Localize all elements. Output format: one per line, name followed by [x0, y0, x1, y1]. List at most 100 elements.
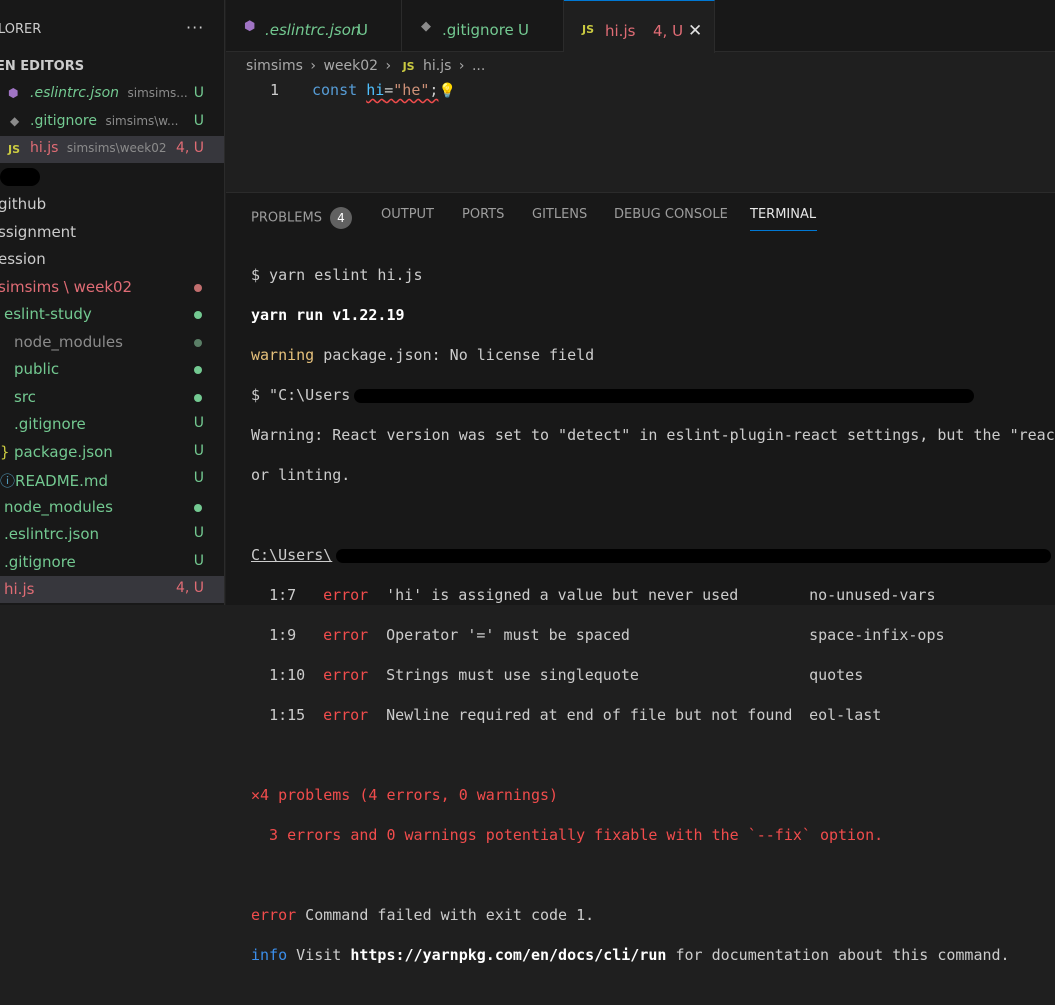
error-label: error [251, 906, 297, 924]
error-message: Operator '=' must be spaced [386, 626, 630, 644]
tree-folder-src[interactable]: src [0, 384, 224, 411]
tree-file-gitignore-2[interactable]: .gitignore U [0, 549, 224, 576]
json-icon: } [0, 443, 10, 461]
open-editor-hijs[interactable]: JS hi.js simsims\week02 4, U [0, 136, 224, 163]
open-editor-name: .gitignore [30, 113, 97, 129]
chevron-right-icon: › [310, 58, 316, 74]
operator: = [384, 81, 394, 99]
more-actions-icon[interactable]: ··· [186, 18, 204, 37]
tab-label: .gitignore [442, 21, 514, 39]
open-editor-eslintrc[interactable]: ⬢ .eslintrc.json simsims... U [0, 81, 224, 108]
summary-text: 4 problems (4 errors, 0 warnings) [260, 786, 559, 804]
open-editors-header[interactable]: EN EDITORS [0, 59, 84, 74]
tab-gitlens[interactable]: GITLENS [532, 207, 587, 222]
terminal-line: yarn run v1.22.19 [251, 306, 405, 324]
terminal-line: error Command failed with exit code 1. [251, 905, 1055, 925]
tree-folder-eslint-study[interactable]: eslint-study [0, 301, 224, 328]
error-rule: space-infix-ops [809, 626, 945, 644]
tree-folder-public[interactable]: public [0, 356, 224, 383]
warning-label: warning [251, 346, 315, 364]
error-row: 1:7 error 'hi' is assigned a value but nev… [251, 585, 1055, 605]
error-rule: no-unused-vars [809, 586, 936, 604]
breadcrumb-file[interactable]: hi.js [423, 58, 451, 74]
error-level: error [323, 626, 369, 644]
tab-badge: U [518, 21, 529, 39]
tab-debug-console[interactable]: DEBUG CONSOLE [614, 207, 728, 222]
code-editor[interactable]: 1 const hi="he";💡 [226, 78, 1055, 192]
chevron-right-icon: › [458, 58, 465, 74]
breadcrumb-item[interactable]: week02 [323, 58, 378, 74]
tree-folder[interactable]: ession [0, 246, 224, 273]
tree-item-label: github [0, 195, 47, 213]
chevron-right-icon: › [385, 58, 392, 74]
tree-folder-week02[interactable]: simsims \ week02 [0, 274, 224, 301]
lightbulb-icon[interactable]: 💡 [438, 83, 455, 99]
code-line[interactable]: const hi="he";💡 [312, 81, 456, 99]
explorer-sidebar: LORER ··· EN EDITORS ⬢ .eslintrc.json si… [0, 0, 225, 605]
js-icon: JS [8, 143, 21, 156]
tab-ports[interactable]: PORTS [462, 207, 504, 222]
terminal-output[interactable]: $ yarn eslint hi.js yarn run v1.22.19 wa… [251, 245, 1055, 1005]
redacted-region [354, 388, 975, 403]
keyword: const [312, 81, 358, 99]
string-literal: "he" [393, 81, 430, 99]
terminal-line: or linting. [251, 466, 351, 484]
error-rule: quotes [809, 666, 864, 684]
tree-item-label: .eslintrc.json [4, 525, 100, 543]
js-icon: JS [582, 23, 595, 36]
tab-hijs[interactable]: JS hi.js 4, U ✕ [564, 0, 715, 53]
tree-file-gitignore[interactable]: .gitignore U [0, 411, 224, 438]
tree-item-label: src [14, 388, 36, 406]
variable: hi [366, 81, 385, 99]
close-icon[interactable]: ✕ [688, 21, 702, 41]
open-editor-name: .eslintrc.json [30, 85, 120, 101]
terminal-line: Warning: React version was set to "detec… [251, 426, 1055, 444]
error-location: 1:9 [269, 626, 297, 644]
eslint-icon: ⬢ [244, 19, 256, 34]
error-badge: 4, U [175, 580, 204, 596]
error-row: 1:15 error Newline required at end of file… [251, 705, 1055, 725]
error-row: 1:10 error Strings must use singlequote quo… [251, 665, 1055, 685]
tree-file-package-json[interactable]: } package.json U [0, 439, 224, 466]
bottom-panel: PROBLEMS 4 OUTPUT PORTS GITLENS DEBUG CON… [226, 192, 1055, 964]
tree-folder-node-modules-2[interactable]: node_modules [0, 494, 224, 521]
tab-problems[interactable]: PROBLEMS 4 [251, 207, 352, 229]
info-link[interactable]: https://yarnpkg.com/en/docs/cli/run [350, 946, 666, 964]
tree-file-readme[interactable]: ⓘREADME.md U [0, 466, 224, 493]
path-text: $ "C:\Users [251, 386, 351, 404]
tab-gitignore[interactable]: ◆ .gitignore U [402, 0, 564, 52]
tab-terminal[interactable]: TERMINAL [750, 207, 816, 222]
tab-eslintrc[interactable]: ⬢ .eslintrc.json U [226, 0, 402, 52]
tree-folder-node-modules[interactable]: node_modules [0, 329, 224, 356]
error-rule: eol-last [809, 706, 882, 724]
tree-file-eslintrc[interactable]: .eslintrc.json U [0, 521, 224, 548]
info-icon: ⓘ [0, 472, 16, 490]
info-text: for documentation about this command. [666, 946, 1010, 964]
tree-folder[interactable]: ssignment [0, 219, 224, 246]
modified-dot [194, 284, 202, 292]
tree-file-hijs[interactable]: hi.js 4, U [0, 576, 224, 603]
tab-output[interactable]: OUTPUT [381, 207, 434, 222]
breadcrumb-ellipsis[interactable]: ... [472, 58, 485, 74]
warning-text: package.json: No license field [314, 346, 595, 364]
tree-item-label: eslint-study [4, 305, 92, 323]
error-location: 1:10 [269, 666, 306, 684]
explorer-header: LORER ··· [0, 0, 224, 62]
error-location: 1:7 [269, 586, 297, 604]
breadcrumb-item[interactable]: simsims [246, 58, 303, 74]
tree-folder[interactable]: github [0, 191, 224, 218]
tree-item-label: .gitignore [14, 415, 86, 433]
tree-item-label: ssignment [0, 223, 77, 241]
open-editor-gitignore[interactable]: ◆ .gitignore simsims\w... U [0, 109, 224, 136]
js-icon: JS [402, 60, 415, 73]
untracked-dot [194, 311, 202, 319]
terminal-line: info Visit https://yarnpkg.com/en/docs/c… [251, 945, 1055, 965]
explorer-title: LORER [0, 22, 42, 37]
untracked-dot [194, 339, 202, 347]
error-x-icon: ✕ [251, 786, 261, 804]
error-message: Newline required at end of file but not … [386, 706, 793, 724]
terminal-line: $ "C:\Users [251, 385, 1055, 405]
untracked-badge: U [193, 415, 204, 431]
